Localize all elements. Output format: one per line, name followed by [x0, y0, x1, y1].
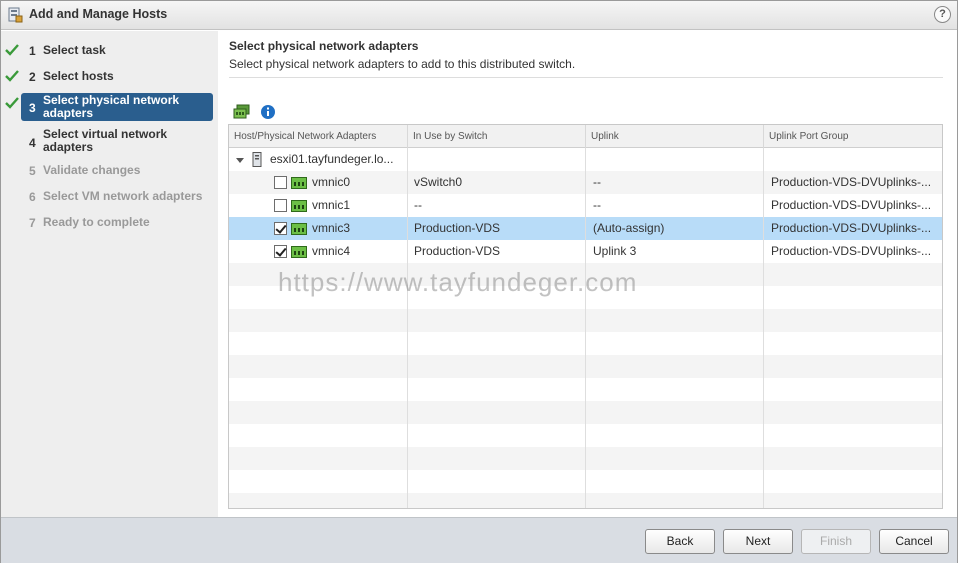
- network-adapter-icon: [291, 200, 307, 212]
- in-use-by-switch: --: [414, 198, 422, 212]
- adapter-checkbox[interactable]: [274, 222, 287, 235]
- column-header-uplink[interactable]: Uplink: [586, 125, 764, 148]
- finish-button: Finish: [801, 529, 871, 554]
- checkmark-icon: [5, 44, 19, 56]
- adapter-name: vmnic3: [312, 221, 351, 235]
- collapse-arrow-icon[interactable]: [236, 158, 244, 163]
- adapter-name: vmnic0: [312, 175, 351, 189]
- adapter-checkbox[interactable]: [274, 199, 287, 212]
- back-button[interactable]: Back: [645, 529, 715, 554]
- network-adapter-icon: [291, 223, 307, 235]
- host-icon: [252, 152, 262, 167]
- manage-adapters-icon[interactable]: [233, 104, 251, 120]
- in-use-by-switch: vSwitch0: [414, 175, 463, 189]
- column-divider: [585, 148, 586, 508]
- cancel-button[interactable]: Cancel: [879, 529, 949, 554]
- step-label: Select virtual network adapters: [43, 127, 168, 154]
- in-use-by-switch: Production-VDS: [414, 221, 501, 235]
- column-header-uplink-port-group[interactable]: Uplink Port Group: [764, 125, 942, 148]
- step-label: Select physical network adapters: [43, 93, 180, 120]
- hosts-wizard-icon: [8, 7, 23, 23]
- checkmark-icon: [5, 70, 19, 82]
- step-select-virtual-network-adapters[interactable]: 4 Select virtual network adapters: [1, 127, 218, 154]
- step-select-task[interactable]: 1 Select task: [1, 38, 218, 64]
- help-icon[interactable]: ?: [934, 6, 951, 23]
- step-number: 3: [29, 101, 36, 115]
- checkmark-icon: [5, 97, 19, 109]
- column-header-host-adapters[interactable]: Host/Physical Network Adapters: [229, 125, 408, 148]
- watermark: https://www.tayfundeger.com: [278, 267, 638, 297]
- uplink-value: --: [593, 175, 601, 189]
- uplink-value[interactable]: Uplink 3: [593, 240, 636, 263]
- step-select-vm-network-adapters: 6 Select VM network adapters: [1, 190, 218, 216]
- host-name: esxi01.tayfundeger.lo...: [270, 152, 394, 166]
- title-bar: Add and Manage Hosts ?: [1, 1, 957, 30]
- adapter-name: vmnic1: [312, 198, 351, 212]
- page-title: Select physical network adapters: [229, 39, 419, 53]
- column-divider: [407, 148, 408, 508]
- column-divider: [763, 148, 764, 508]
- in-use-by-switch: Production-VDS: [414, 244, 501, 258]
- step-label: Select VM network adapters: [43, 189, 203, 203]
- uplink-port-group: Production-VDS-DVUplinks-...: [771, 198, 932, 212]
- network-adapter-icon: [291, 177, 307, 189]
- step-select-hosts[interactable]: 2 Select hosts: [1, 64, 218, 90]
- adapter-name: vmnic4: [312, 244, 351, 258]
- step-ready-to-complete: 7 Ready to complete: [1, 216, 218, 242]
- adapter-checkbox[interactable]: [274, 176, 287, 189]
- divider: [229, 77, 943, 78]
- uplink-value[interactable]: (Auto-assign): [593, 217, 664, 240]
- step-label: Select task: [43, 43, 106, 57]
- column-header-in-use-by-switch[interactable]: In Use by Switch: [408, 125, 586, 148]
- uplink-value: --: [593, 198, 601, 212]
- adapters-grid: Host/Physical Network Adapters In Use by…: [228, 124, 943, 509]
- wizard-steps: 1 Select task 2 Select hosts 3 Select ph…: [1, 31, 218, 517]
- next-button[interactable]: Next: [723, 529, 793, 554]
- adapter-checkbox[interactable]: [274, 245, 287, 258]
- step-select-physical-network-adapters[interactable]: 3 Select physical network adapters: [1, 93, 218, 121]
- page-subtitle: Select physical network adapters to add …: [229, 57, 576, 71]
- step-label: Select hosts: [43, 69, 114, 83]
- step-label: Validate changes: [43, 163, 141, 177]
- network-adapter-icon: [291, 246, 307, 258]
- window-title: Add and Manage Hosts: [29, 7, 168, 21]
- wizard-window: Add and Manage Hosts ? 1 Select task 2 S…: [0, 0, 958, 563]
- step-validate-changes: 5 Validate changes: [1, 164, 218, 190]
- step-number: 1: [29, 44, 36, 58]
- step-number: 5: [29, 164, 36, 178]
- uplink-port-group: Production-VDS-DVUplinks-...: [771, 175, 932, 189]
- info-icon[interactable]: [259, 104, 277, 120]
- step-number: 4: [29, 136, 36, 150]
- grid-header: Host/Physical Network Adapters In Use by…: [229, 125, 942, 148]
- uplink-port-group: Production-VDS-DVUplinks-...: [771, 244, 932, 258]
- step-label: Ready to complete: [43, 215, 150, 229]
- step-number: 7: [29, 216, 36, 230]
- step-number: 2: [29, 70, 36, 84]
- wizard-footer: Back Next Finish Cancel: [1, 517, 957, 563]
- uplink-port-group: Production-VDS-DVUplinks-...: [771, 221, 932, 235]
- step-number: 6: [29, 190, 36, 204]
